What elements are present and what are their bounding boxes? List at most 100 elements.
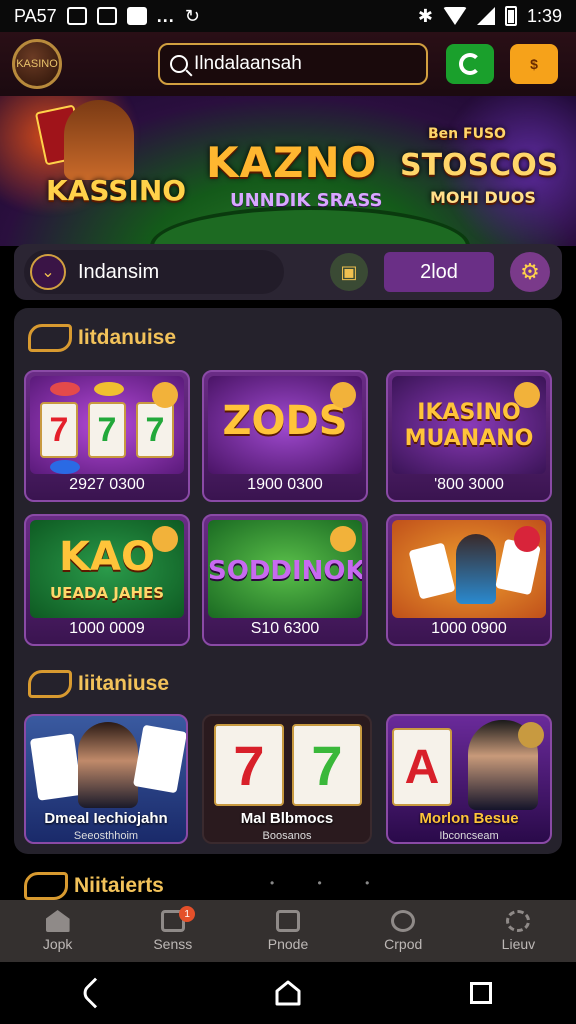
ornament-icon [28,324,72,352]
wallet-button[interactable]: $ [510,44,558,84]
signal-icon [476,7,495,25]
game-title: IKASINO MUANANO [404,400,534,451]
profile-pill[interactable]: ⌄ Indansim [24,250,284,294]
battery-icon [504,6,517,26]
featured-game-card[interactable]: A Morlon Besue Ibconcseam [386,714,552,844]
balance-display[interactable]: 2lod [384,252,494,292]
system-nav-bar [0,962,576,1024]
featured-game-name: Mal Blbmocs [240,810,334,827]
game-amount: 1000 0009 [69,620,145,637]
home-button-icon[interactable] [274,979,302,1007]
slot-reel: 7 [214,724,284,806]
sync-icon: ↻ [184,5,200,26]
search-icon [170,55,188,73]
featured-game-sub: Ibconcseam [439,830,499,842]
chip-graphic [50,382,80,396]
game-card[interactable]: KAO UEADA JAHES 1000 0009 [24,514,190,646]
settings-icon [506,910,531,932]
game-card[interactable]: 7 7 7 2927 0300 [24,370,190,502]
game-title: SODDINOK [208,556,362,586]
banner-left-title: KASSINO [46,174,187,207]
coin-icon[interactable]: ▣ [330,253,368,291]
notification-badge: 1 [179,906,196,922]
status-bar: PA57 ... ↻ ✱ 1:39 [0,0,576,32]
banner-right-subtitle: MOHI DUOS [430,188,536,207]
nav-item-promo[interactable]: Pnode [230,900,345,962]
game-thumbnail: 7 7 7 [30,376,184,474]
mail-icon [96,7,117,25]
character-graphic [456,534,496,604]
dealer-character-graphic [64,100,134,180]
hot-badge-icon [330,382,356,408]
game-card[interactable]: IKASINO MUANANO '800 3000 [386,370,552,502]
refresh-icon [459,53,481,75]
recent-apps-icon[interactable] [470,982,492,1004]
nav-item-search[interactable]: Crpod [346,900,461,962]
clock: 1:39 [526,5,562,26]
banner-center-title: KAZNO [206,138,378,187]
chip-graphic [94,382,124,396]
carrier-label: PA57 [14,5,57,26]
game-card[interactable]: SODDINOK S10 6300 [202,514,368,646]
ornament-icon [24,872,68,900]
game-amount: 1900 0300 [247,476,323,493]
app-header: KASINO $ [0,32,576,96]
game-thumbnail [392,520,546,618]
hot-badge-icon [518,722,544,748]
ornament-icon [28,670,72,698]
slot-reel: A [392,728,452,806]
banner-center-subtitle: UNNDIK SRASS [230,190,383,211]
nav-item-home[interactable]: Jopk [0,900,115,962]
nav-item-settings[interactable]: Lieuv [461,900,576,962]
search-input[interactable] [194,53,414,75]
back-icon[interactable] [79,977,111,1009]
featured-game-sub: Seeosthhoim [73,830,139,842]
banner-right-top: Ben FUSO [428,126,506,142]
user-bar: ⌄ Indansim ▣ 2lod ⚙ [14,244,562,300]
game-thumbnail: IKASINO MUANANO [392,376,546,474]
home-icon [45,910,70,932]
game-card[interactable]: 1000 0900 [386,514,552,646]
hot-badge-icon [514,526,540,552]
app-logo[interactable]: KASINO [12,39,62,89]
pager-dots: • • • [270,876,390,890]
slot-reel: 7 [136,402,174,458]
games-panel: Iitdanuise 7 7 7 2927 0300 ZODS 1900 030… [14,308,562,854]
more-notifications-icon: ... [156,5,175,26]
game-thumbnail: KAO UEADA JAHES [30,520,184,618]
banner-right-title: STOSCOS [400,148,559,183]
game-amount: 1000 0900 [431,620,507,637]
search-circle-icon [391,910,416,932]
section-title: Iiitaniuse [28,670,169,698]
section-title: Iitdanuise [28,324,176,352]
settings-icon[interactable]: ⚙ [510,252,550,292]
featured-game-card[interactable]: 7 7 Mal Blbmocs Boosanos [202,714,372,844]
featured-game-card[interactable]: Dmeal Iechiojahn Seeosthhoim [24,714,188,844]
hot-badge-icon [152,526,178,552]
poker-table-graphic [150,206,470,246]
promo-banner[interactable]: KASSINO KAZNO UNNDIK SRASS Ben FUSO STOS… [0,96,576,246]
search-bar[interactable] [158,43,428,85]
chevron-down-icon[interactable]: ⌄ [30,254,66,290]
hot-badge-icon [514,382,540,408]
bottom-nav: Jopk 1 Senss Pnode Crpod Lieuv [0,900,576,962]
book-icon [276,910,300,932]
game-card[interactable]: ZODS 1900 0300 [202,370,368,502]
refresh-button[interactable] [446,44,494,84]
playing-card-graphic [132,724,186,794]
slot-reel: 7 [88,402,126,458]
featured-game-name: Dmeal Iechiojahn [44,810,168,827]
dealer-character-graphic [78,722,138,808]
nav-item-messages[interactable]: 1 Senss [115,900,230,962]
hot-badge-icon [152,382,178,408]
wallet-icon: $ [530,56,538,72]
featured-game-sub: Boosanos [262,830,312,842]
notification-icon [66,7,87,25]
bluetooth-icon: ✱ [417,5,433,26]
game-amount: '800 3000 [434,476,504,493]
section-title: Niitaierts [24,872,164,900]
playing-card-graphic [29,733,83,801]
game-amount: S10 6300 [250,620,320,637]
playing-card-graphic [408,542,456,600]
game-subtitle: UEADA JAHES [49,584,165,602]
